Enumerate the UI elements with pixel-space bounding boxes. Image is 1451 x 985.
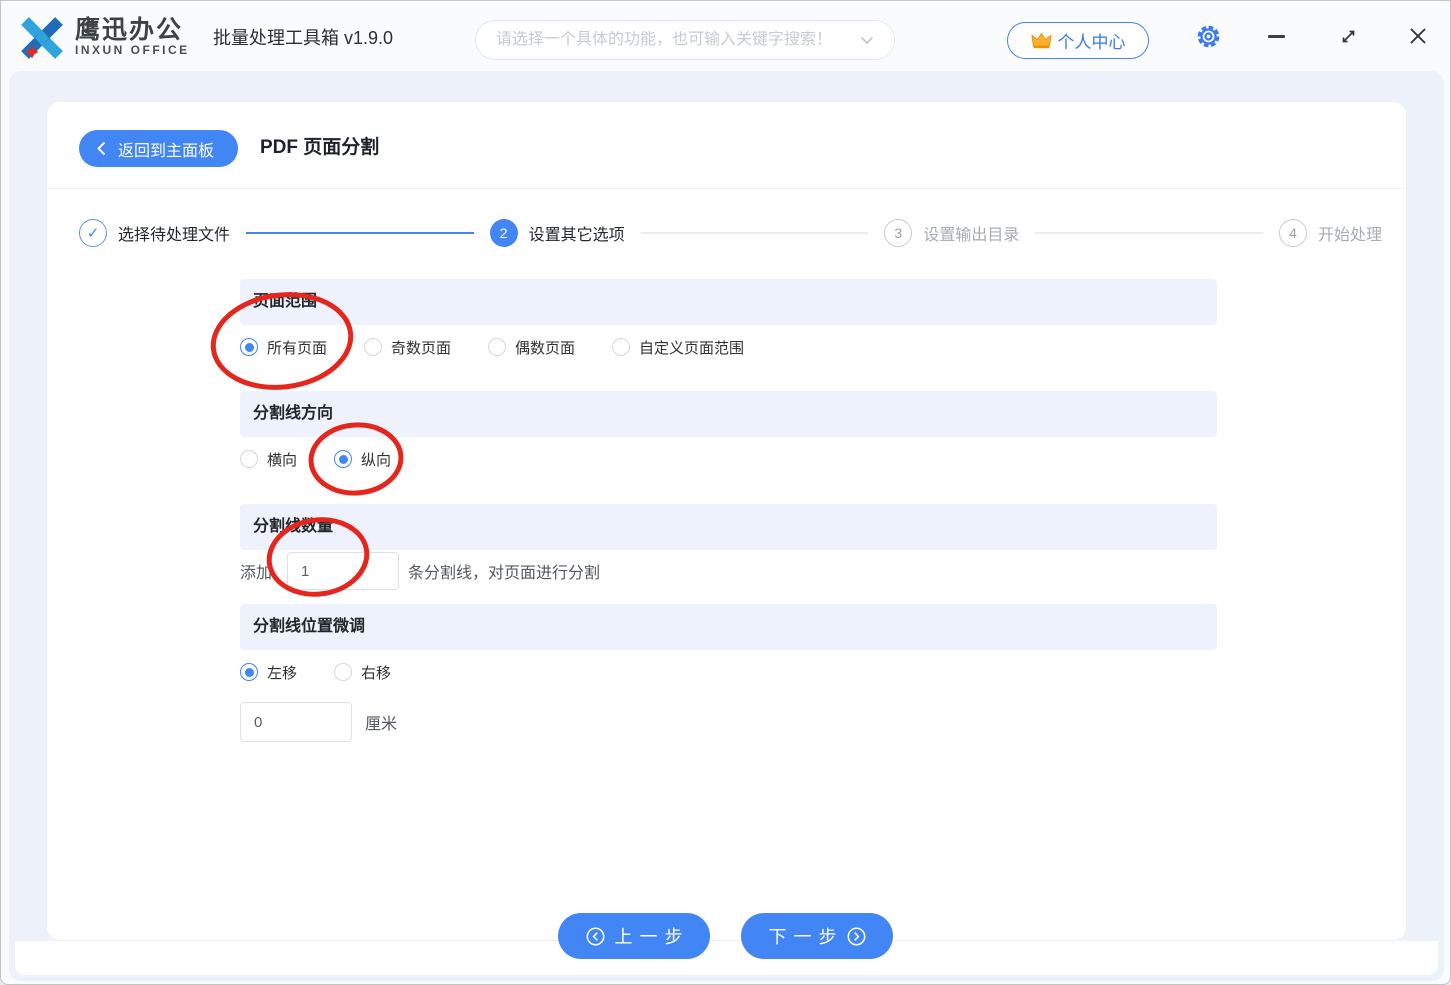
settings-button[interactable] [1191, 1, 1225, 71]
circle-chevron-right-icon [847, 927, 865, 945]
back-button-label: 返回到主面板 [118, 142, 215, 160]
next-step-button[interactable]: 下一步 [741, 913, 893, 959]
crown-icon [1030, 32, 1052, 49]
page-title: PDF 页面分割 [260, 137, 380, 158]
radio-odd-pages[interactable]: 奇数页面 [364, 337, 451, 358]
step-2-set-options: 2 设置其它选项 [489, 219, 625, 247]
prev-step-button[interactable]: 上一步 [558, 913, 710, 959]
radio-all-pages[interactable]: 所有页面 [240, 337, 327, 358]
radio-unselected-icon [488, 338, 507, 356]
section-offset-header: 分割线位置微调 [240, 604, 1217, 650]
wizard-nav-buttons: 上一步 下一步 [1, 913, 1450, 959]
search-input[interactable] [496, 31, 860, 49]
offset-direction-options: 左移 右移 [240, 650, 1217, 694]
step-2-label: 设置其它选项 [528, 227, 625, 244]
radio-vertical[interactable]: 纵向 [334, 449, 391, 470]
radio-all-pages-label: 所有页面 [267, 339, 328, 357]
chevron-down-icon [860, 36, 874, 44]
radio-move-right[interactable]: 右移 [334, 662, 391, 683]
step-1-check-icon: ✓ [79, 219, 107, 247]
close-icon [1410, 28, 1426, 44]
step-2-number: 2 [489, 219, 518, 247]
user-center-button[interactable]: 个人中心 [1007, 22, 1149, 59]
split-line-count-input[interactable] [287, 552, 400, 590]
offset-value-row: 厘米 [240, 702, 1217, 742]
radio-unselected-icon [364, 338, 383, 356]
next-step-label: 下一步 [768, 927, 844, 947]
options-form: 页面范围 所有页面 奇数页面 偶数页面 自定义页面范围 分割线方向 横向 纵向 … [240, 279, 1217, 742]
brand-name-cn: 鹰迅办公 [75, 16, 184, 44]
step-indicator: ✓ 选择待处理文件 2 设置其它选项 3 设置输出目录 4 开始处理 [79, 219, 1382, 247]
gear-icon [1197, 25, 1219, 47]
radio-selected-icon [240, 663, 258, 681]
section-page-range-header: 页面范围 [240, 279, 1217, 325]
step-3-label: 设置输出目录 [923, 227, 1020, 244]
count-suffix-label: 条分割线，对页面进行分割 [408, 565, 601, 582]
step-3-number: 3 [884, 219, 913, 247]
offset-value-input[interactable] [240, 702, 352, 742]
page-range-options: 所有页面 奇数页面 偶数页面 自定义页面范围 [240, 325, 1217, 369]
direction-options: 横向 纵向 [240, 437, 1217, 481]
radio-vertical-label: 纵向 [361, 451, 392, 469]
app-window: 鹰迅办公 INXUN OFFICE 批量处理工具箱 v1.9.0 个人中心 [0, 0, 1451, 985]
expand-icon [1342, 30, 1354, 42]
offset-unit-label: 厘米 [365, 716, 398, 733]
prev-step-label: 上一步 [614, 927, 690, 947]
count-prefix-label: 添加 [240, 565, 273, 582]
radio-horizontal[interactable]: 横向 [240, 449, 297, 470]
step-connector [1035, 232, 1263, 234]
chevron-left-icon [97, 141, 106, 156]
radio-odd-pages-label: 奇数页面 [391, 339, 452, 357]
step-4-start-process: 4 开始处理 [1278, 219, 1382, 247]
step-4-number: 4 [1278, 219, 1307, 247]
radio-even-pages[interactable]: 偶数页面 [488, 337, 575, 358]
step-1-select-files: ✓ 选择待处理文件 [79, 219, 230, 247]
minimize-button[interactable] [1259, 1, 1293, 71]
step-connector [640, 232, 869, 234]
brand-text: 鹰迅办公 INXUN OFFICE [75, 17, 190, 57]
radio-even-pages-label: 偶数页面 [515, 339, 576, 357]
back-to-dashboard-button[interactable]: 返回到主面板 [79, 130, 239, 167]
function-search-select[interactable] [475, 20, 895, 60]
panel-header: 返回到主面板 PDF 页面分割 [47, 102, 1406, 189]
app-logo: 鹰迅办公 INXUN OFFICE [15, 10, 190, 64]
radio-custom-range-label: 自定义页面范围 [639, 339, 745, 357]
circle-chevron-left-icon [586, 927, 604, 945]
step-connector-active [246, 232, 474, 234]
radio-move-right-label: 右移 [361, 664, 392, 682]
radio-custom-range[interactable]: 自定义页面范围 [612, 337, 744, 358]
radio-move-left[interactable]: 左移 [240, 662, 297, 683]
radio-selected-icon [240, 338, 258, 356]
count-row: 添加 条分割线，对页面进行分割 [240, 552, 1217, 590]
radio-selected-icon [334, 450, 353, 468]
app-title: 批量处理工具箱 v1.9.0 [213, 28, 394, 48]
radio-unselected-icon [240, 450, 258, 468]
radio-unselected-icon [334, 663, 353, 681]
radio-horizontal-label: 横向 [267, 451, 298, 469]
section-count-header: 分割线数量 [240, 504, 1217, 550]
main-panel: 返回到主面板 PDF 页面分割 ✓ 选择待处理文件 2 设置其它选项 3 设置输… [46, 101, 1407, 941]
section-direction-header: 分割线方向 [240, 391, 1217, 437]
radio-unselected-icon [612, 338, 631, 356]
minimize-icon [1267, 34, 1285, 38]
close-button[interactable] [1399, 1, 1437, 71]
radio-move-left-label: 左移 [267, 664, 298, 682]
user-center-label: 个人中心 [1057, 33, 1126, 52]
logo-icon [21, 17, 63, 59]
step-4-label: 开始处理 [1317, 227, 1382, 244]
step-3-output-dir: 3 设置输出目录 [884, 219, 1019, 247]
title-bar: 鹰迅办公 INXUN OFFICE 批量处理工具箱 v1.9.0 个人中心 [1, 1, 1450, 71]
step-1-label: 选择待处理文件 [118, 227, 231, 244]
brand-name-en: INXUN OFFICE [75, 43, 190, 57]
maximize-button[interactable] [1331, 1, 1365, 71]
